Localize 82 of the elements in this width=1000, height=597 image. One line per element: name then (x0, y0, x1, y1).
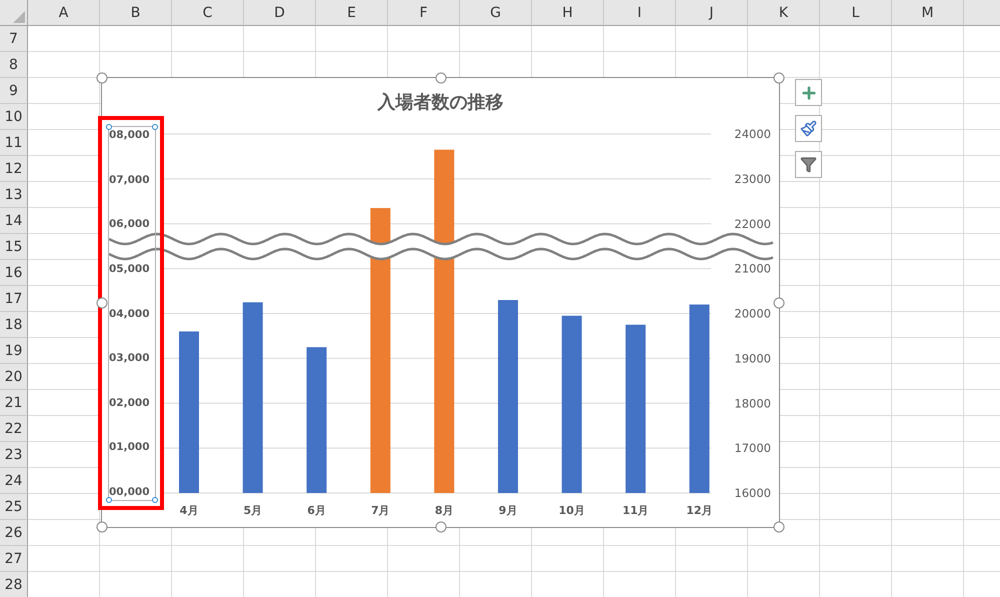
column-header[interactable]: C (172, 0, 244, 26)
paintbrush-icon (800, 120, 817, 137)
filter-icon (800, 156, 817, 173)
selection-handle[interactable] (152, 124, 158, 130)
selection-handle[interactable] (152, 497, 158, 503)
axis-label: 06,000 (109, 217, 151, 232)
column-header[interactable]: K (748, 0, 820, 26)
row-header[interactable]: 11 (0, 130, 28, 156)
column-header[interactable]: I (604, 0, 676, 26)
row-header[interactable]: 15 (0, 234, 28, 260)
category-label: 12月 (686, 504, 713, 517)
row-header[interactable]: 28 (0, 572, 28, 597)
chart-title: 入場者数の推移 (378, 92, 504, 113)
resize-handle[interactable] (96, 522, 108, 532)
column-header[interactable]: B (100, 0, 172, 26)
resize-handle[interactable] (774, 72, 784, 84)
resize-handle[interactable] (435, 522, 446, 532)
axis-label: 24000 (734, 127, 771, 141)
column-header[interactable]: E (316, 0, 388, 26)
axis-label: 18000 (734, 396, 771, 410)
column-header[interactable]: G (460, 0, 532, 26)
row-header[interactable]: 10 (0, 104, 28, 130)
row-header[interactable]: 13 (0, 182, 28, 208)
category-label: 10月 (558, 504, 585, 517)
row-header[interactable]: 17 (0, 286, 28, 312)
plus-icon (800, 84, 818, 102)
axis-label: 19000 (734, 351, 771, 366)
category-label: 11月 (622, 504, 649, 517)
row-header[interactable]: 22 (0, 416, 28, 442)
resize-handle[interactable] (96, 297, 108, 308)
axis-label: 22000 (734, 216, 771, 231)
axis-label: 08,000 (109, 128, 151, 143)
category-label: 4月 (180, 504, 198, 517)
row-header[interactable]: 12 (0, 156, 28, 182)
selection-handle[interactable] (106, 124, 112, 130)
axis-label: 23000 (734, 172, 771, 186)
row-header[interactable]: 27 (0, 546, 28, 572)
axis-label: 03,000 (109, 351, 151, 366)
category-label: 7月 (371, 504, 390, 517)
row-header[interactable]: 24 (0, 468, 28, 494)
text-box[interactable]: 08,000 07,000 06,000 05,000 04,000 03,000 02,000 01,000 00,000 (108, 126, 156, 501)
column-header[interactable]: L (820, 0, 892, 26)
column-header[interactable]: M (892, 0, 964, 26)
axis-label: 07,000 (109, 172, 151, 188)
column-header[interactable]: A (28, 0, 100, 26)
axis-label: 01,000 (109, 440, 151, 456)
column-header[interactable]: F (388, 0, 460, 26)
resize-handle[interactable] (774, 297, 784, 308)
axis-label: 05,000 (109, 262, 151, 277)
axis-label: 00,000 (109, 485, 151, 500)
axis-label: 20000 (734, 306, 771, 320)
row-header[interactable]: 16 (0, 260, 28, 286)
category-label: 8月 (434, 504, 454, 517)
row-header[interactable]: 14 (0, 208, 28, 234)
column-header[interactable]: J (676, 0, 748, 26)
row-header[interactable]: 18 (0, 312, 28, 338)
row-header[interactable]: 8 (0, 52, 28, 78)
axis-label: 21000 (734, 262, 771, 276)
row-header[interactable]: 25 (0, 494, 28, 520)
category-label: 5月 (243, 504, 262, 517)
chart-styles-button[interactable] (795, 115, 822, 142)
category-label: 6月 (307, 504, 326, 517)
column-header[interactable]: D (244, 0, 316, 26)
resize-handle[interactable] (774, 522, 784, 532)
chart-filters-button[interactable] (795, 151, 822, 178)
row-header[interactable]: 26 (0, 520, 28, 546)
axis-label: 17000 (734, 441, 771, 456)
row-header[interactable]: 19 (0, 338, 28, 364)
row-header[interactable]: 9 (0, 78, 28, 104)
axis-label: 02,000 (109, 396, 151, 411)
axis-label: 04,000 (109, 306, 151, 322)
row-header[interactable]: 20 (0, 364, 28, 390)
chart-elements-button[interactable] (795, 79, 822, 106)
resize-handle[interactable] (435, 72, 446, 84)
row-header[interactable]: 21 (0, 390, 28, 416)
column-header[interactable]: H (532, 0, 604, 26)
row-header[interactable]: 7 (0, 26, 28, 52)
axis-label: 16000 (734, 486, 771, 500)
category-label: 9月 (498, 504, 518, 517)
resize-handle[interactable] (96, 72, 108, 84)
row-header[interactable]: 23 (0, 442, 28, 468)
selection-handle[interactable] (106, 497, 112, 503)
